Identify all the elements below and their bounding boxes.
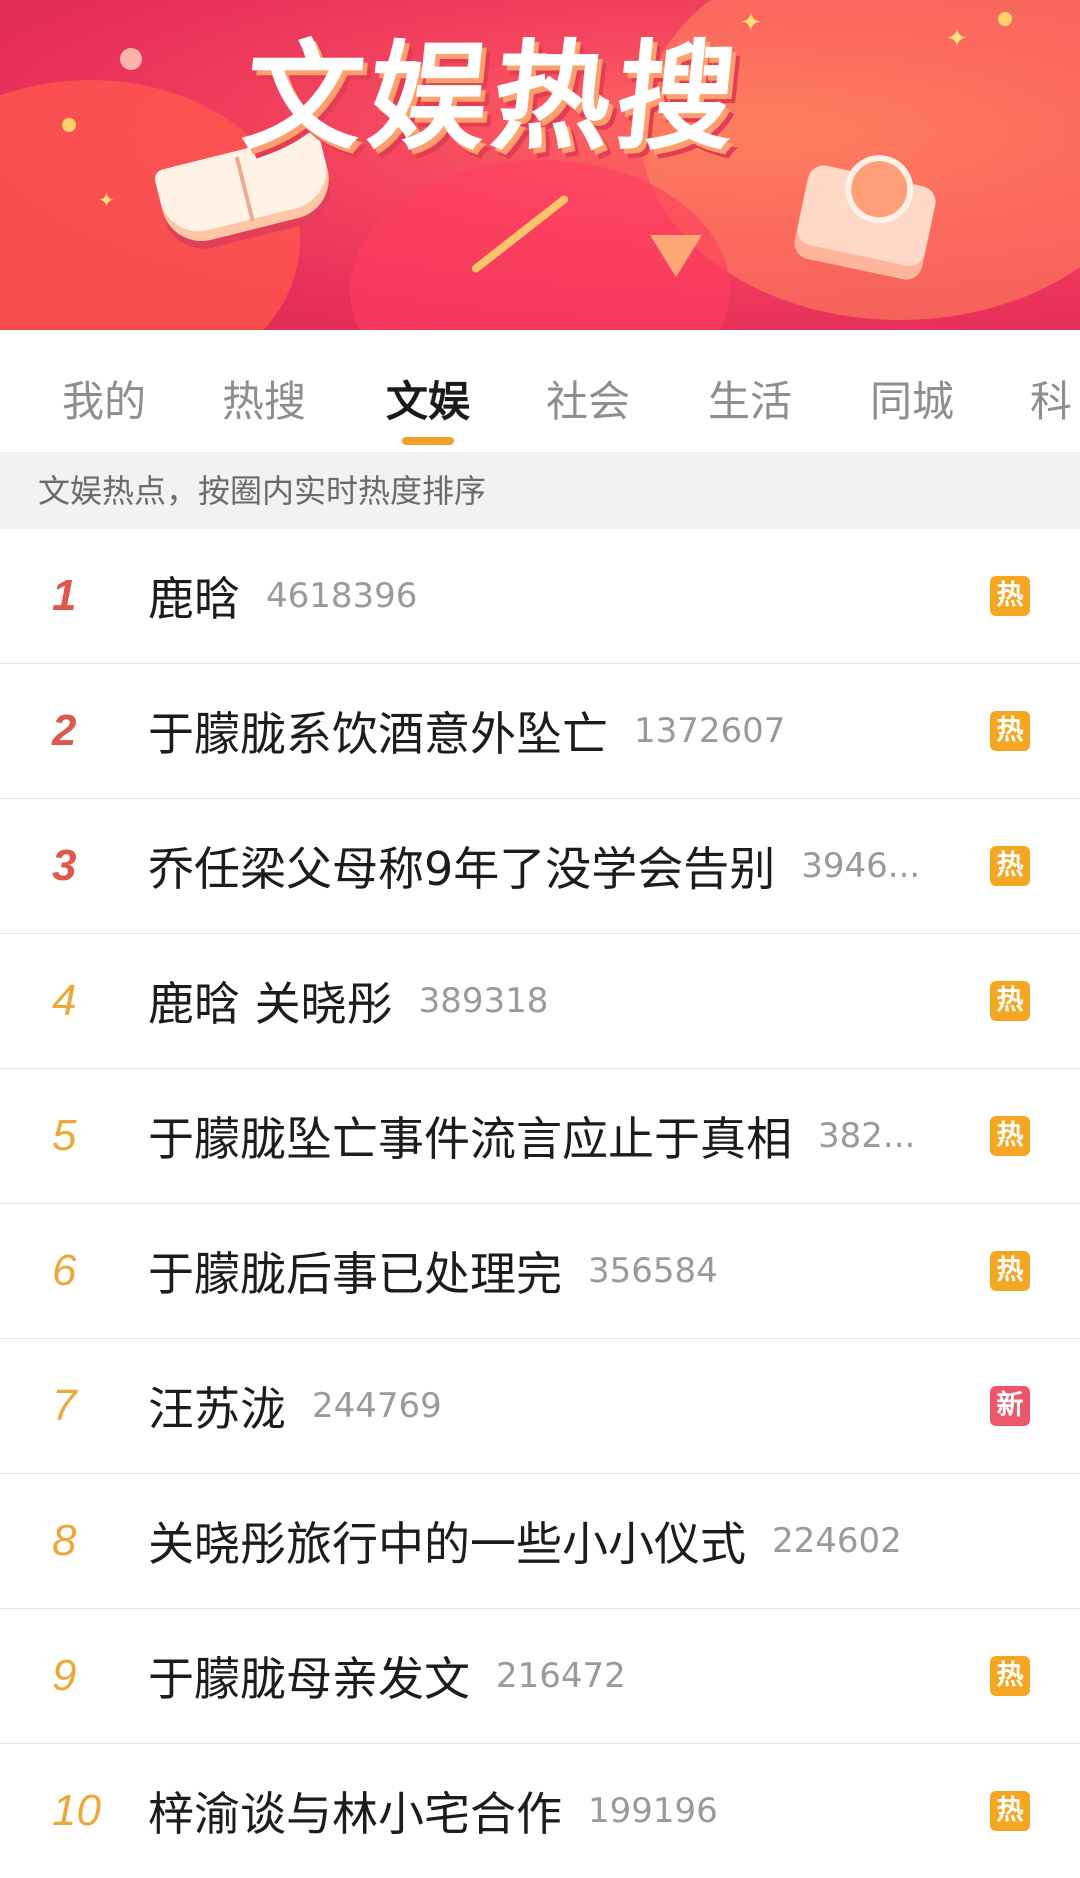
list-item[interactable]: 7 汪苏泷 244769 新	[0, 1339, 1080, 1474]
tab-mine[interactable]: 我的	[62, 368, 146, 429]
list-item[interactable]: 10 梓渝谈与林小宅合作 199196 热	[0, 1744, 1080, 1878]
item-title[interactable]: 于朦胧后事已处理完	[148, 1238, 562, 1304]
item-title-wrap: 于朦胧坠亡事件流言应止于真相 382...	[148, 1069, 915, 1203]
list-item[interactable]: 4 鹿晗 关晓彤 389318 热	[0, 934, 1080, 1069]
item-title[interactable]: 梓渝谈与林小宅合作	[148, 1778, 562, 1844]
list-item[interactable]: 6 于朦胧后事已处理完 356584 热	[0, 1204, 1080, 1339]
rank-number: 9	[52, 1651, 77, 1700]
rank-number: 5	[52, 1111, 77, 1160]
banner-title: 文娱热搜	[237, 28, 749, 166]
list-item[interactable]: 1 鹿晗 4618396 热	[0, 529, 1080, 664]
heat-count: 382...	[818, 1116, 916, 1156]
item-title[interactable]: 于朦胧系饮酒意外坠亡	[148, 698, 608, 764]
tab-life[interactable]: 生活	[708, 368, 792, 429]
list-item[interactable]: 5 于朦胧坠亡事件流言应止于真相 382... 热	[0, 1069, 1080, 1204]
rank-number: 4	[52, 976, 77, 1025]
tab-bar: 我的 热搜 文娱 社会 生活 同城 科	[0, 330, 1080, 453]
heat-count: 389318	[418, 981, 549, 1021]
star-icon: ✦	[98, 188, 115, 212]
tab-tech[interactable]: 科	[1030, 368, 1072, 429]
banner: ✦ ✦ ✦ 文娱热搜	[0, 0, 1080, 330]
rank-number: 8	[52, 1516, 77, 1565]
hot-badge: 热	[990, 1116, 1030, 1156]
item-title[interactable]: 乔任梁父母称9年了没学会告别	[148, 833, 775, 899]
tab-society[interactable]: 社会	[546, 368, 630, 429]
hot-badge: 热	[990, 1251, 1030, 1291]
list-item[interactable]: 8 关晓彤旅行中的一些小小仪式 224602	[0, 1474, 1080, 1609]
item-title-wrap: 汪苏泷 244769	[148, 1339, 442, 1473]
list-item[interactable]: 2 于朦胧系饮酒意外坠亡 1372607 热	[0, 664, 1080, 799]
hot-badge: 热	[990, 711, 1030, 751]
item-title[interactable]: 于朦胧母亲发文	[148, 1643, 470, 1709]
heat-count: 1372607	[634, 711, 786, 751]
active-tab-indicator	[402, 437, 454, 445]
hot-badge: 热	[990, 1791, 1030, 1831]
tab-hot-search[interactable]: 热搜	[222, 368, 306, 429]
hot-badge: 热	[990, 981, 1030, 1021]
hot-badge: 热	[990, 576, 1030, 616]
hot-search-list: 1 鹿晗 4618396 热 2 于朦胧系饮酒意外坠亡 1372607 热 3 …	[0, 529, 1080, 1878]
hot-badge: 热	[990, 1656, 1030, 1696]
item-title-wrap: 于朦胧后事已处理完 356584	[148, 1204, 718, 1338]
rank-number: 2	[52, 706, 77, 755]
list-description: 文娱热点，按圈内实时热度排序	[0, 453, 1080, 529]
hot-badge: 热	[990, 846, 1030, 886]
sparkle-dot	[62, 118, 76, 132]
decorative-triangle	[650, 235, 702, 277]
item-title-wrap: 梓渝谈与林小宅合作 199196	[148, 1744, 718, 1878]
tab-entertainment[interactable]: 文娱	[386, 368, 470, 429]
heat-count: 224602	[772, 1521, 902, 1561]
item-title-wrap: 鹿晗 关晓彤 389318	[148, 934, 548, 1068]
tab-local[interactable]: 同城	[870, 368, 954, 429]
list-item[interactable]: 3 乔任梁父母称9年了没学会告别 3946... 热	[0, 799, 1080, 934]
rank-number: 6	[52, 1246, 77, 1295]
item-title-wrap: 于朦胧系饮酒意外坠亡 1372607	[148, 664, 785, 798]
rank-number: 10	[52, 1786, 101, 1835]
item-title[interactable]: 鹿晗 关晓彤	[148, 968, 393, 1034]
sparkle-dot	[998, 12, 1012, 26]
item-title[interactable]: 汪苏泷	[148, 1373, 286, 1439]
item-title-wrap: 关晓彤旅行中的一些小小仪式 224602	[148, 1474, 902, 1608]
item-title-wrap: 鹿晗 4618396	[148, 529, 417, 663]
item-title[interactable]: 于朦胧坠亡事件流言应止于真相	[148, 1103, 792, 1169]
sparkle-dot	[120, 48, 142, 70]
heat-count: 199196	[588, 1791, 718, 1831]
heat-count: 244769	[312, 1386, 442, 1426]
star-icon: ✦	[946, 24, 968, 54]
rank-number: 1	[52, 571, 77, 620]
heat-count: 3946...	[801, 846, 921, 886]
item-title[interactable]: 鹿晗	[148, 563, 240, 629]
heat-count: 4618396	[266, 576, 418, 616]
heat-count: 356584	[588, 1251, 718, 1291]
heat-count: 216472	[496, 1656, 626, 1696]
list-item[interactable]: 9 于朦胧母亲发文 216472 热	[0, 1609, 1080, 1744]
rank-number: 7	[52, 1381, 77, 1430]
item-title[interactable]: 关晓彤旅行中的一些小小仪式	[148, 1508, 746, 1574]
item-title-wrap: 于朦胧母亲发文 216472	[148, 1609, 626, 1743]
new-badge: 新	[990, 1386, 1030, 1426]
rank-number: 3	[52, 841, 77, 890]
item-title-wrap: 乔任梁父母称9年了没学会告别 3946...	[148, 799, 920, 933]
